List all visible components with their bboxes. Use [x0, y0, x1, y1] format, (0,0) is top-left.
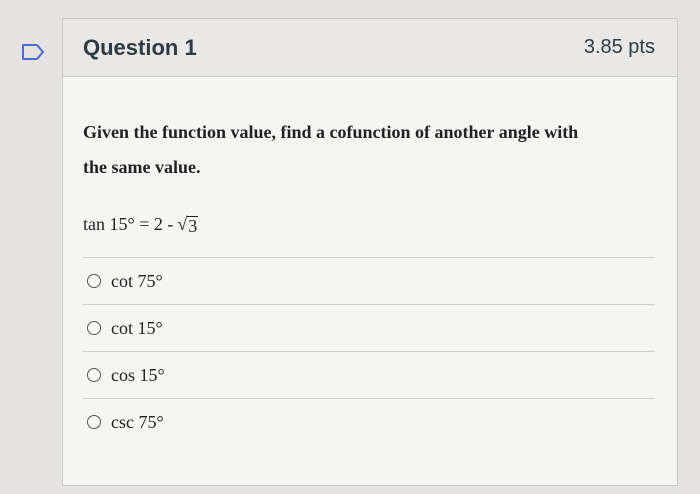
question-points: 3.85 pts: [583, 36, 655, 58]
radio-button[interactable]: [87, 368, 101, 382]
radical-sign-icon: √: [177, 213, 188, 234]
radio-button[interactable]: [87, 415, 101, 429]
answer-option[interactable]: cot 75°: [83, 257, 655, 304]
question-title: Question 1: [83, 34, 197, 60]
question-body: Given the function value, find a cofunct…: [63, 77, 677, 445]
answer-list: cot 75° cot 15° cos 15° csc 75°: [83, 257, 655, 445]
given-equation: tan 15° = 2 - √ 3: [83, 211, 655, 237]
equation-text: tan 15° = 2 -: [83, 213, 174, 234]
radicand: 3: [187, 215, 199, 236]
square-root: √ 3: [177, 213, 199, 236]
answer-label[interactable]: cot 15°: [111, 318, 163, 339]
answer-option[interactable]: cot 15°: [83, 304, 655, 351]
answer-option[interactable]: cos 15°: [83, 351, 655, 398]
answer-label[interactable]: cot 75°: [111, 271, 163, 292]
radio-button[interactable]: [87, 274, 101, 288]
answer-option[interactable]: csc 75°: [83, 398, 655, 445]
question-header: Question 1 3.85 pts: [63, 19, 677, 77]
bookmark-icon[interactable]: [22, 44, 44, 60]
question-card: Question 1 3.85 pts Given the function v…: [62, 18, 678, 486]
radio-button[interactable]: [87, 321, 101, 335]
question-prompt: Given the function value, find a cofunct…: [83, 122, 579, 177]
answer-label[interactable]: cos 15°: [111, 365, 165, 386]
answer-label[interactable]: csc 75°: [111, 412, 164, 433]
